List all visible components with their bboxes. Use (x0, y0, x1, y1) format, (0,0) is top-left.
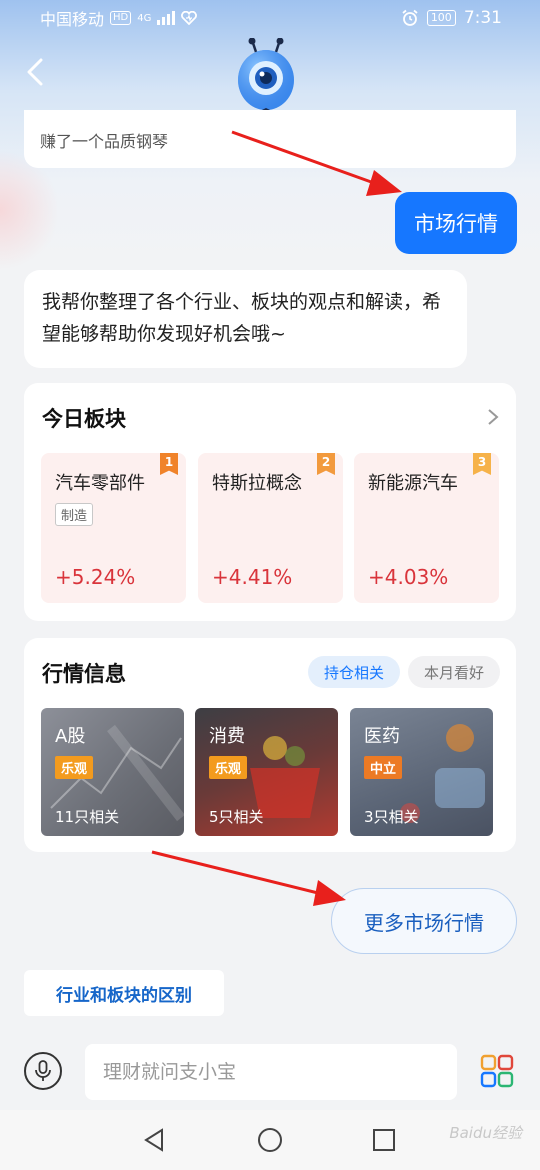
related-count: 11只相关 (55, 808, 120, 826)
alarm-icon (402, 9, 418, 26)
chevron-left-icon (27, 58, 43, 86)
heart-icon (181, 11, 198, 25)
decorative-blob (0, 150, 60, 270)
battery-icon: 100 (426, 10, 456, 26)
sentiment-tag: 中立 (364, 756, 403, 779)
sector-name: 汽车零部件 (55, 473, 145, 494)
related-count: 5只相关 (209, 808, 264, 826)
sector-name: 特斯拉概念 (212, 473, 302, 494)
voice-input-button[interactable] (24, 1052, 62, 1090)
rank-badge: 3 (473, 453, 491, 475)
back-button[interactable] (20, 52, 50, 92)
clock: 7:31 (463, 8, 502, 28)
network-label: 4G (137, 12, 152, 24)
market-info-card: 行情信息 持仓相关 本月看好 A股 乐观 11只相关 消费 乐观 5只相关 医药… (24, 638, 516, 852)
market-tile-name: 消费 (209, 726, 245, 747)
market-tile-name: A股 (55, 726, 86, 747)
rank-badge: 1 (160, 453, 178, 475)
nav-recents-icon[interactable] (370, 1126, 398, 1154)
sector-change: +4.03% (368, 565, 449, 589)
status-bar: 中国移动 HD 4G 100 7:31 (0, 0, 540, 36)
nav-home-icon[interactable] (256, 1126, 284, 1154)
previous-message-text: 赚了一个品质钢琴 (40, 132, 169, 151)
today-sectors-card: 今日板块 1 汽车零部件 制造 +5.24% 2 特斯拉概念 +4.41% 3 … (24, 383, 516, 621)
sentiment-tag: 乐观 (55, 756, 94, 779)
carrier-label: 中国移动 (40, 10, 105, 29)
market-tile[interactable]: 医药 中立 3只相关 (350, 708, 493, 836)
user-message-bubble: 市场行情 (395, 192, 517, 254)
tab-holdings[interactable]: 持仓相关 (308, 656, 400, 688)
market-tile-name: 医药 (364, 726, 400, 747)
sector-tile[interactable]: 1 汽车零部件 制造 +5.24% (41, 453, 186, 603)
tab-monthly-picks[interactable]: 本月看好 (408, 656, 500, 688)
more-market-button[interactable]: 更多市场行情 (331, 888, 517, 954)
message-input[interactable] (85, 1044, 457, 1100)
sector-name: 新能源汽车 (368, 473, 458, 494)
market-info-title: 行情信息 (42, 662, 126, 686)
market-tile[interactable]: 消费 乐观 5只相关 (195, 708, 338, 836)
annotation-arrow (151, 850, 319, 895)
related-count: 3只相关 (364, 808, 419, 826)
sector-tile[interactable]: 2 特斯拉概念 +4.41% (198, 453, 343, 603)
sector-change: +4.41% (212, 565, 293, 589)
apps-grid-icon[interactable] (480, 1054, 514, 1088)
previous-message: 赚了一个品质钢琴 (24, 110, 516, 168)
bot-message-bubble: 我帮你整理了各个行业、板块的观点和解读，希望能够帮助你发现好机会哦~ (24, 270, 467, 368)
sector-change: +5.24% (55, 565, 136, 589)
chevron-right-icon[interactable] (486, 407, 500, 427)
input-bar (0, 1030, 540, 1110)
market-tile[interactable]: A股 乐观 11只相关 (41, 708, 184, 836)
microphone-icon (35, 1060, 51, 1081)
hd-badge: HD (110, 11, 132, 25)
sector-tag: 制造 (55, 503, 94, 526)
rank-badge: 2 (317, 453, 335, 475)
system-nav-bar: Baidu经验 (0, 1110, 540, 1170)
signal-icon (157, 11, 176, 25)
nav-back-icon[interactable] (140, 1126, 168, 1154)
sector-tile[interactable]: 3 新能源汽车 +4.03% (354, 453, 499, 603)
watermark: Baidu经验 (449, 1124, 522, 1142)
suggestion-chip[interactable]: 行业和板块的区别 (24, 970, 224, 1016)
assistant-mascot-icon (238, 38, 294, 116)
sentiment-tag: 乐观 (209, 756, 248, 779)
today-sectors-title: 今日板块 (42, 407, 126, 431)
